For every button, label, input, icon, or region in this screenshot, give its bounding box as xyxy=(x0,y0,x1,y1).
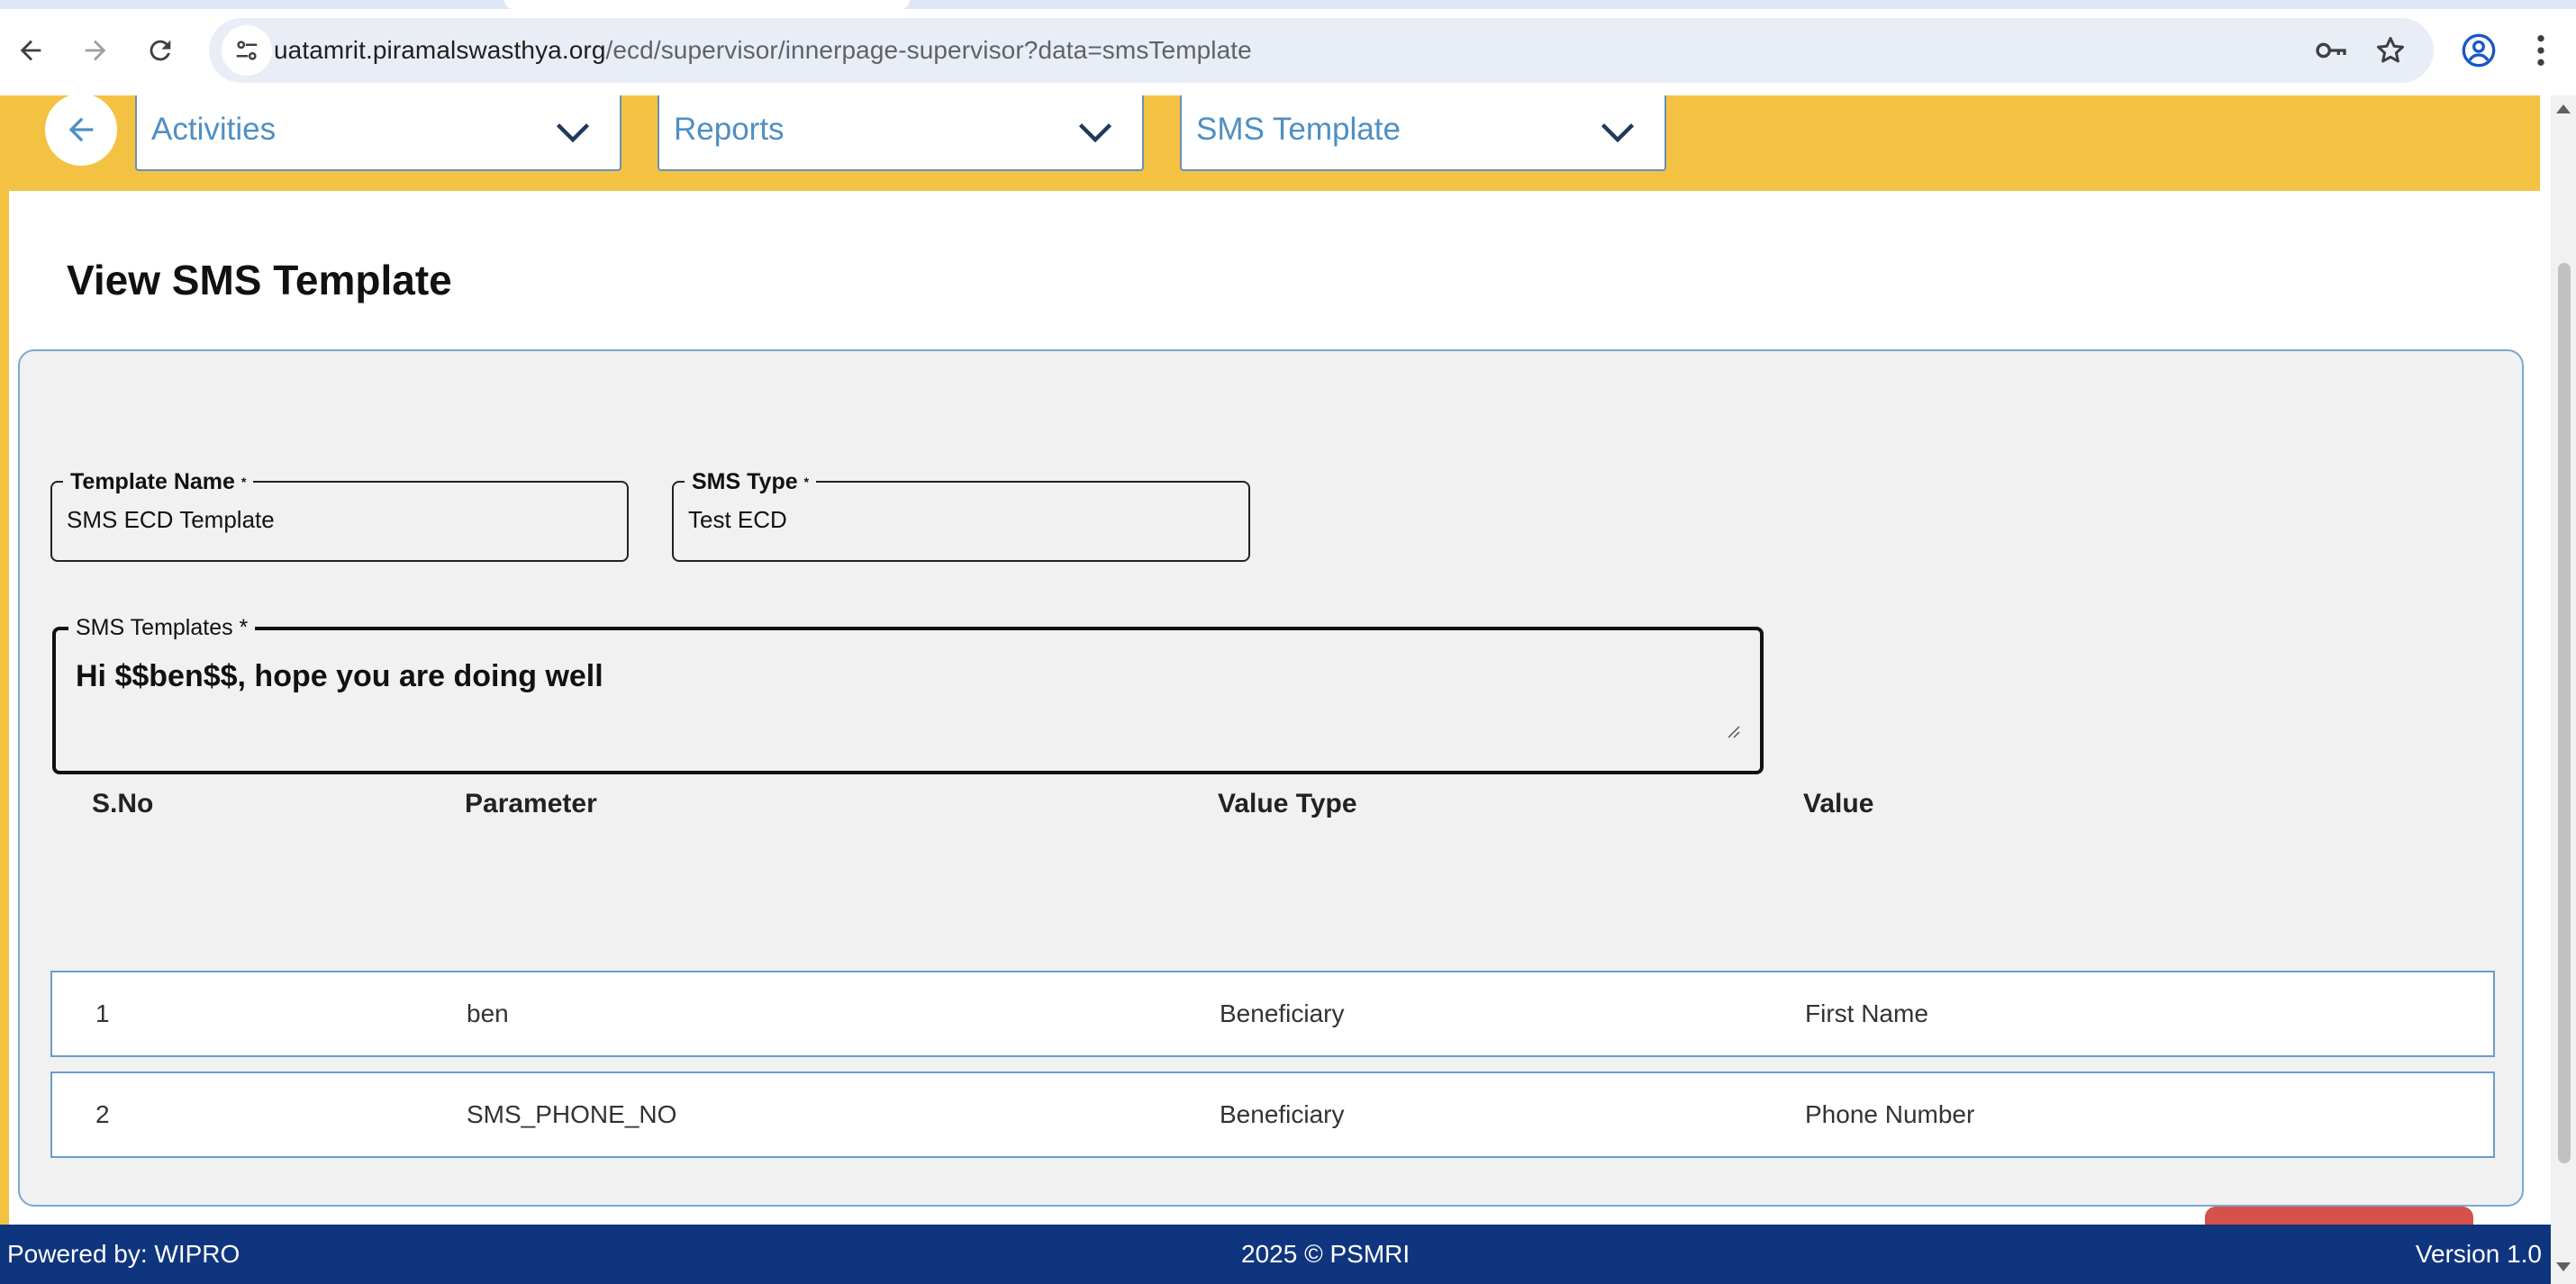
site-settings-icon[interactable] xyxy=(222,25,272,76)
required-mark: * xyxy=(803,475,810,489)
page-title: View SMS Template xyxy=(67,257,452,303)
tab-strip xyxy=(0,0,2576,9)
template-name-label: Template Name * xyxy=(63,468,254,495)
column-header-value: Value xyxy=(1803,789,1874,818)
chevron-down-icon xyxy=(1601,123,1635,143)
sms-template-dropdown-label: SMS Template xyxy=(1196,112,1401,147)
reports-dropdown[interactable]: Reports xyxy=(658,95,1144,171)
forward-arrow-icon[interactable] xyxy=(68,23,122,77)
left-accent-edge xyxy=(0,95,9,1225)
back-arrow-icon xyxy=(68,117,94,142)
address-bar[interactable]: uatamrit.piramalswasthya.org/ecd/supervi… xyxy=(209,18,2434,83)
cell-sno: 1 xyxy=(95,999,110,1027)
page-viewport: Activities Reports SMS Template View SMS… xyxy=(0,95,2551,1284)
browser-toolbar: uatamrit.piramalswasthya.org/ecd/supervi… xyxy=(0,0,2576,95)
template-name-field[interactable]: Template Name * SMS ECD Template xyxy=(50,468,629,562)
cell-value: Phone Number xyxy=(1805,1100,1975,1128)
activities-dropdown[interactable]: Activities xyxy=(135,95,621,171)
table-row: 1 ben Beneficiary First Name xyxy=(50,971,2495,1057)
top-navbar: Activities Reports SMS Template xyxy=(9,95,2540,191)
reload-icon[interactable] xyxy=(133,23,187,77)
url-host: uatamrit.piramalswasthya.org xyxy=(274,36,606,64)
sms-templates-textarea[interactable]: SMS Templates * Hi $$ben$$, hope you are… xyxy=(52,614,1764,774)
navbar-back-button[interactable] xyxy=(45,95,117,166)
template-name-label-text: Template Name xyxy=(70,469,235,494)
kebab-menu-icon[interactable] xyxy=(2518,23,2563,77)
table-row: 2 SMS_PHONE_NO Beneficiary Phone Number xyxy=(50,1072,2495,1158)
cell-value: First Name xyxy=(1805,999,1928,1027)
sms-template-card: Template Name * SMS ECD Template SMS Typ… xyxy=(18,349,2524,1270)
password-key-icon[interactable] xyxy=(2304,23,2358,77)
bookmark-star-icon[interactable] xyxy=(2363,23,2417,77)
profile-icon[interactable] xyxy=(2452,23,2506,77)
footer-copyright: 2025 © PSMRI xyxy=(1241,1240,1410,1268)
page-scrollbar[interactable] xyxy=(2551,95,2576,1284)
cell-value-type: Beneficiary xyxy=(1220,999,1345,1027)
scroll-down-icon[interactable] xyxy=(2556,1262,2571,1271)
cell-parameter: ben xyxy=(467,999,509,1027)
column-header-sno: S.No xyxy=(92,789,154,818)
cell-parameter: SMS_PHONE_NO xyxy=(467,1100,677,1128)
sms-type-label-text: SMS Type xyxy=(692,469,798,494)
url-path: /ecd/supervisor/innerpage-supervisor?dat… xyxy=(605,36,1252,64)
sms-type-label: SMS Type * xyxy=(685,468,817,495)
scrollbar-thumb[interactable] xyxy=(2558,263,2571,1163)
chevron-down-icon xyxy=(556,123,590,143)
column-header-value-type: Value Type xyxy=(1218,789,1357,818)
column-header-parameter: Parameter xyxy=(465,789,597,818)
sms-template-dropdown[interactable]: SMS Template xyxy=(1180,95,1666,171)
chevron-down-icon xyxy=(1078,123,1112,143)
cell-sno: 2 xyxy=(95,1100,110,1128)
active-tab-edge[interactable] xyxy=(504,0,910,9)
cell-value-type: Beneficiary xyxy=(1220,1100,1345,1128)
activities-dropdown-label: Activities xyxy=(151,112,277,147)
footer-version: Version 1.0 xyxy=(2415,1240,2542,1268)
required-mark: * xyxy=(240,475,247,489)
resize-grip-icon[interactable] xyxy=(1726,724,1740,738)
sms-templates-label: SMS Templates * xyxy=(68,614,256,641)
back-arrow-icon[interactable] xyxy=(4,23,58,77)
reports-dropdown-label: Reports xyxy=(674,112,785,147)
footer-powered-by: Powered by: WIPRO xyxy=(7,1240,240,1268)
scroll-up-icon[interactable] xyxy=(2556,104,2571,113)
sms-type-field[interactable]: SMS Type * Test ECD xyxy=(672,468,1250,562)
page-footer: Powered by: WIPRO 2025 © PSMRI Version 1… xyxy=(0,1225,2551,1284)
url-text: uatamrit.piramalswasthya.org/ecd/supervi… xyxy=(274,18,1252,83)
template-name-value: SMS ECD Template xyxy=(67,506,275,533)
sms-templates-value: Hi $$ben$$, hope you are doing well xyxy=(76,659,603,693)
sms-type-value: Test ECD xyxy=(688,506,787,533)
